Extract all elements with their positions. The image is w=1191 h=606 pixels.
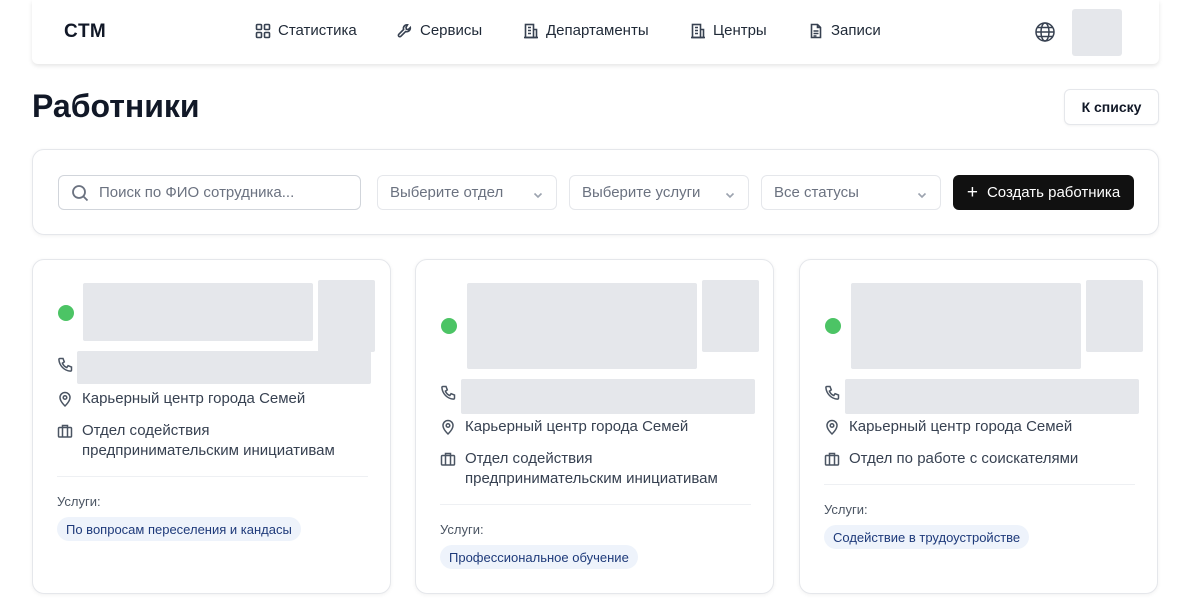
center-row: Карьерный центр города Семей [57, 389, 305, 409]
phone-row [57, 357, 73, 373]
services-label: Услуги: [57, 494, 101, 509]
create-worker-label: Создать работника [986, 184, 1121, 201]
chevron-down-icon [916, 188, 928, 200]
wrench-icon [397, 23, 412, 37]
worker-card[interactable]: Карьерный центр города Семей Отдел содей… [32, 259, 391, 594]
briefcase-icon [824, 452, 840, 466]
photo-placeholder [702, 280, 759, 352]
nav-item-centers[interactable]: Центры [690, 22, 767, 39]
top-navbar: CTM Статистика Сервисы Департаменты Цент… [32, 0, 1159, 64]
divider [440, 504, 751, 505]
nav-item-label: Сервисы [420, 22, 483, 39]
department-row: Отдел содействия предпринимательским ини… [440, 449, 740, 489]
status-indicator [825, 318, 841, 334]
location-pin-icon [826, 419, 838, 435]
department-name: Отдел содействия предпринимательским ини… [82, 422, 335, 459]
location-pin-icon [442, 419, 454, 435]
phone-placeholder [461, 379, 755, 414]
nav-item-departments[interactable]: Департаменты [523, 22, 649, 39]
location-pin-icon [59, 391, 71, 407]
create-worker-button[interactable]: + Создать работника [953, 175, 1134, 210]
department-select-value: Выберите отдел [390, 184, 504, 201]
status-select-value: Все статусы [774, 184, 859, 201]
chevron-down-icon [724, 188, 736, 200]
filter-panel: Выберите отдел Выберите услуги Все стату… [32, 149, 1159, 235]
photo-placeholder [1086, 280, 1143, 352]
back-to-list-button[interactable]: К списку [1064, 89, 1159, 125]
services-select-value: Выберите услуги [582, 184, 701, 201]
department-row: Отдел по работе с соискателями [824, 449, 1124, 469]
center-name: Карьерный центр города Семей [465, 418, 689, 435]
search-box[interactable] [58, 175, 361, 210]
phone-placeholder [77, 351, 371, 384]
globe-icon [1035, 22, 1055, 42]
building-icon [691, 23, 705, 38]
divider [824, 484, 1135, 485]
center-name: Карьерный центр города Семей [82, 390, 306, 407]
phone-icon [441, 385, 456, 400]
nav-item-label: Записи [831, 22, 881, 39]
nav-item-label: Центры [713, 22, 767, 39]
brand-logo[interactable]: CTM [64, 21, 106, 43]
document-icon [810, 23, 822, 38]
phone-icon [58, 357, 73, 372]
center-row: Карьерный центр города Семей [440, 417, 688, 437]
briefcase-icon [57, 424, 73, 438]
center-name: Карьерный центр города Семей [849, 418, 1073, 435]
user-avatar[interactable] [1072, 9, 1122, 56]
plus-icon: + [966, 182, 978, 203]
services-select[interactable]: Выберите услуги [569, 175, 749, 210]
status-indicator [441, 318, 457, 334]
service-tag: По вопросам переселения и кандасы [57, 517, 301, 541]
divider [57, 476, 368, 477]
phone-icon [825, 385, 840, 400]
center-row: Карьерный центр города Семей [824, 417, 1072, 437]
nav-item-statistics[interactable]: Статистика [255, 22, 357, 39]
name-placeholder [83, 283, 313, 341]
services-label: Услуги: [824, 502, 868, 517]
name-placeholder [467, 283, 697, 369]
phone-row [440, 385, 456, 401]
briefcase-icon [440, 452, 456, 466]
worker-card[interactable]: Карьерный центр города Семей Отдел по ра… [799, 259, 1158, 594]
nav-item-services[interactable]: Сервисы [397, 22, 482, 39]
services-label: Услуги: [440, 522, 484, 537]
status-indicator [58, 305, 74, 321]
nav-item-label: Департаменты [546, 22, 649, 39]
service-tag: Содействие в трудоустройстве [824, 525, 1030, 549]
department-select[interactable]: Выберите отдел [377, 175, 557, 210]
search-input[interactable] [99, 176, 354, 209]
department-name: Отдел по работе с соискателями [849, 450, 1079, 467]
phone-row [824, 385, 840, 401]
language-switcher[interactable] [1034, 21, 1056, 43]
chevron-down-icon [532, 188, 544, 200]
service-tag: Профессиональное обучение [440, 545, 638, 569]
grid-icon [255, 23, 271, 38]
search-icon [72, 185, 89, 202]
name-placeholder [851, 283, 1081, 369]
building-icon [524, 23, 538, 38]
department-name: Отдел содействия предпринимательским ини… [465, 450, 718, 487]
status-select[interactable]: Все статусы [761, 175, 941, 210]
nav-item-records[interactable]: Записи [808, 22, 881, 39]
worker-card[interactable]: Карьерный центр города Семей Отдел содей… [415, 259, 774, 594]
nav-item-label: Статистика [278, 22, 357, 39]
department-row: Отдел содействия предпринимательским ини… [57, 421, 357, 461]
photo-placeholder [318, 280, 375, 352]
phone-placeholder [845, 379, 1139, 414]
page-title: Работники [32, 88, 200, 124]
